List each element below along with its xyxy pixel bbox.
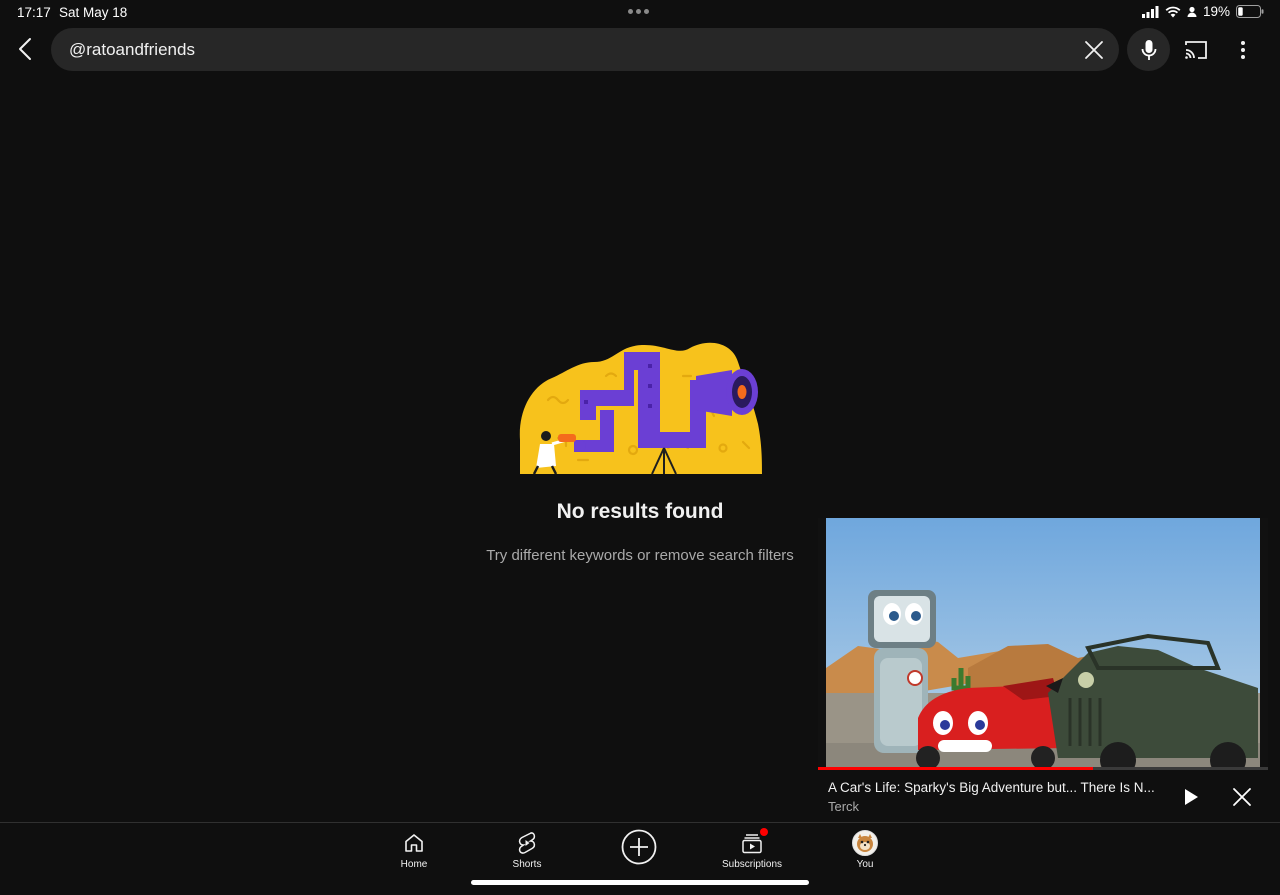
home-icon <box>405 834 423 852</box>
cellular-signal-icon <box>1141 5 1159 18</box>
wifi-icon <box>1165 6 1181 17</box>
cast-button[interactable] <box>1182 36 1210 64</box>
mini-player-video[interactable] <box>818 518 1268 770</box>
mini-player-play-button[interactable] <box>1178 784 1204 810</box>
subscriptions-icon <box>742 834 762 854</box>
play-icon <box>1185 789 1198 805</box>
status-date: Sat May 18 <box>59 5 128 20</box>
nav-label-you: You <box>856 859 874 870</box>
back-button[interactable] <box>10 33 40 65</box>
nav-item-you[interactable]: You <box>820 830 910 870</box>
microphone-icon <box>1141 39 1156 60</box>
nav-label-subscriptions: Subscriptions <box>721 859 783 870</box>
no-results-subtitle: Try different keywords or remove search … <box>486 547 794 564</box>
cast-icon <box>1185 41 1207 59</box>
person-lock-icon <box>1187 6 1197 17</box>
video-thumbnail <box>818 518 1268 770</box>
add-circle-icon <box>621 829 657 865</box>
nav-label-shorts: Shorts <box>512 859 542 870</box>
mini-player-title[interactable]: A Car's Life: Sparky's Big Adventure but… <box>828 780 1168 795</box>
nav-item-shorts[interactable]: Shorts <box>482 831 572 870</box>
nav-item-home[interactable]: Home <box>369 831 459 870</box>
home-indicator[interactable] <box>471 880 809 885</box>
shorts-icon <box>518 832 536 854</box>
create-button[interactable] <box>621 829 657 865</box>
nav-item-subscriptions[interactable]: Subscriptions <box>707 828 797 870</box>
mini-player[interactable]: A Car's Life: Sparky's Big Adventure but… <box>818 518 1268 820</box>
mini-player-channel[interactable]: Terck <box>828 799 859 814</box>
status-indicators: 19% <box>1141 4 1264 19</box>
mini-player-progress-bar[interactable] <box>818 767 1268 770</box>
no-results-illustration <box>519 342 762 475</box>
search-query[interactable]: @ratoandfriends <box>69 40 195 60</box>
avatar <box>852 830 878 856</box>
battery-icon <box>1236 5 1264 18</box>
battery-percentage: 19% <box>1202 4 1230 19</box>
clear-search-button[interactable] <box>1083 39 1105 61</box>
more-options-button[interactable] <box>1230 35 1256 65</box>
mini-player-progress-fill <box>818 767 1093 770</box>
close-icon <box>1233 788 1251 806</box>
notification-dot <box>760 828 768 836</box>
status-bar: 17:17 Sat May 18 19% <box>0 0 1280 26</box>
status-time: 17:17 <box>17 5 51 20</box>
search-input[interactable]: @ratoandfriends <box>51 28 1119 71</box>
multitask-dots-icon[interactable] <box>628 9 649 14</box>
nav-label-home: Home <box>400 859 428 870</box>
no-results-title: No results found <box>556 500 724 523</box>
more-vertical-icon <box>1241 41 1245 59</box>
chevron-left-icon <box>19 38 31 60</box>
mini-player-close-button[interactable] <box>1230 785 1254 809</box>
close-icon <box>1085 41 1103 59</box>
voice-search-button[interactable] <box>1127 28 1170 71</box>
